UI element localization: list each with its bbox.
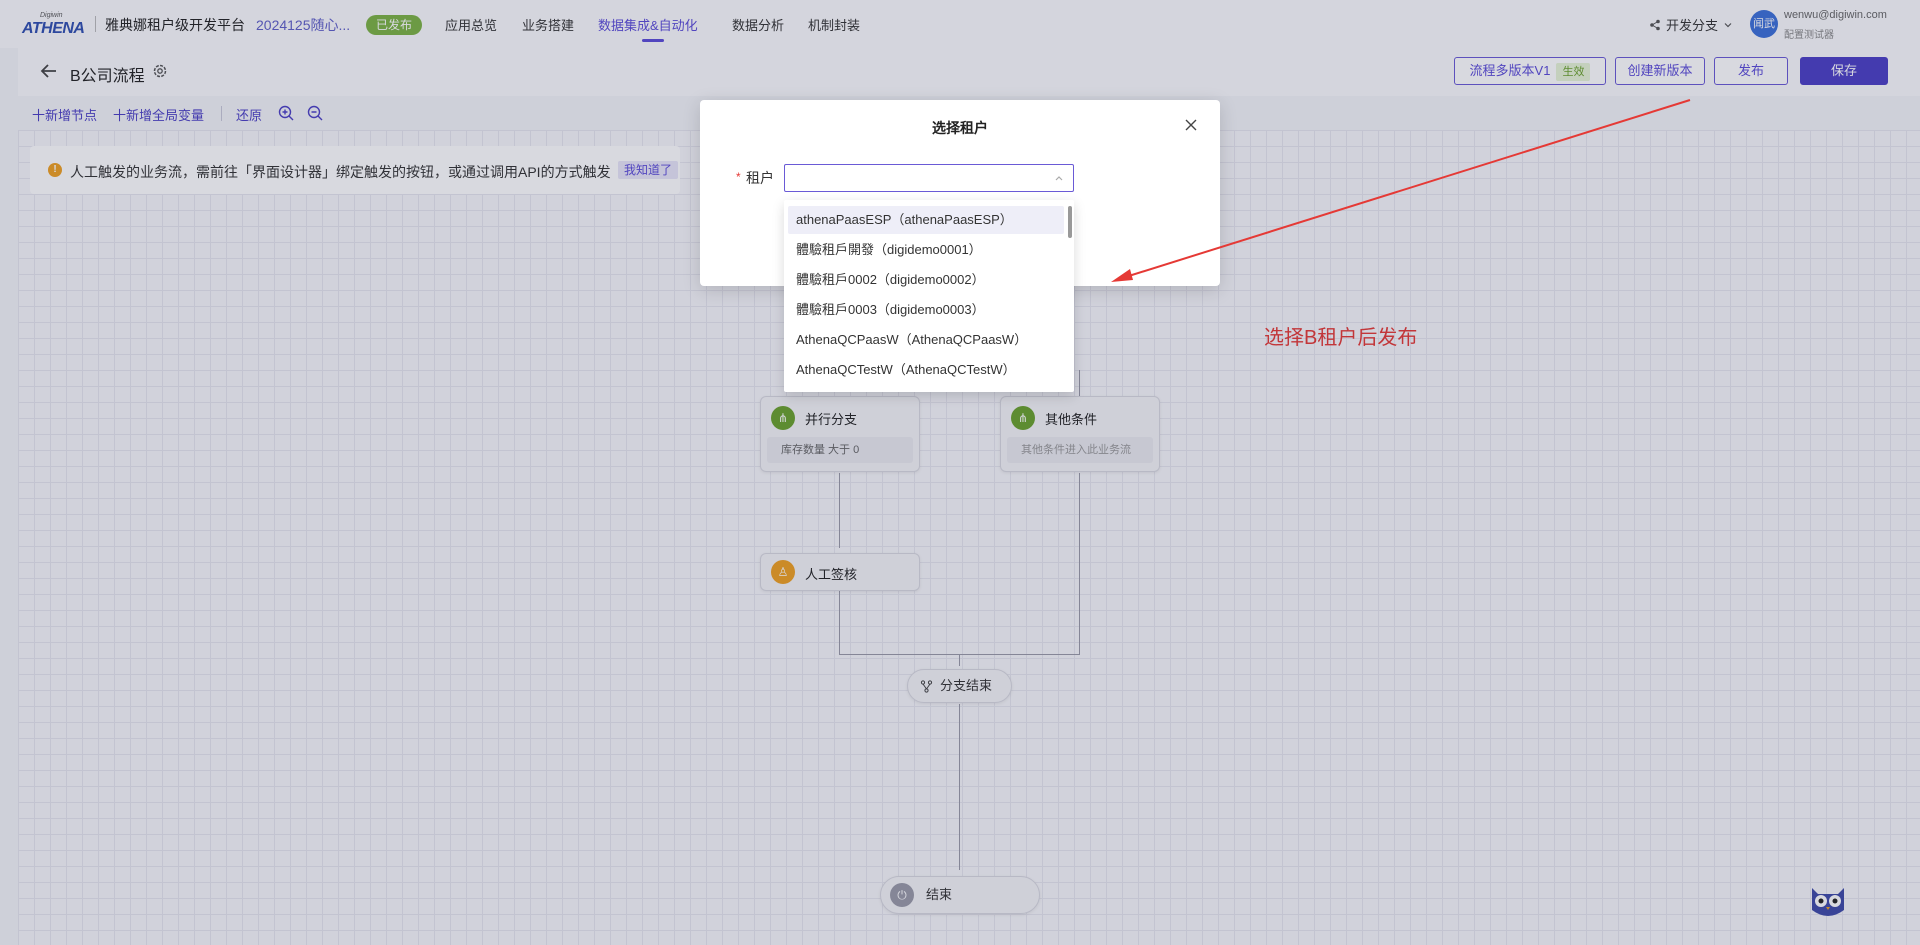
tenant-field-label: 租户 [746, 170, 774, 186]
tenant-option[interactable]: athenaPaasESP（athenaPaasESP） [788, 206, 1064, 234]
tenant-option[interactable]: AthenaQCTestW（AthenaQCTestW） [788, 356, 1064, 384]
dialog-title: 选择租户 [932, 120, 988, 136]
tenant-option[interactable]: 體驗租戶0003（digidemo0003） [788, 296, 1064, 324]
dropdown-scrollbar[interactable] [1068, 206, 1072, 238]
tenant-dropdown: athenaPaasESP（athenaPaasESP） 體驗租戶開發（digi… [784, 200, 1074, 392]
required-mark: * [736, 170, 741, 184]
tenant-option[interactable]: 體驗租戶開發（digidemo0001） [788, 236, 1064, 264]
tenant-option[interactable]: AthenaQCPaasW（AthenaQCPaasW） [788, 326, 1064, 354]
close-icon[interactable] [1184, 118, 1198, 132]
tenant-select[interactable] [784, 164, 1074, 192]
chevron-up-icon [1055, 176, 1063, 181]
tenant-option[interactable]: 體驗租戶0002（digidemo0002） [788, 266, 1064, 294]
